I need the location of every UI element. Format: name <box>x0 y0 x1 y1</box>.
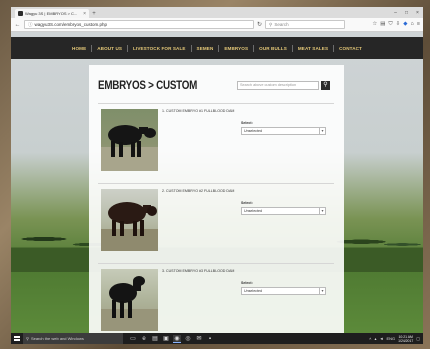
task-view-icon[interactable]: ▭ <box>129 335 137 343</box>
browser-search-placeholder: Search <box>274 22 289 27</box>
nav-livestock-for-sale[interactable]: LIVESTOCK FOR SALE <box>130 46 189 51</box>
new-tab-button[interactable]: + <box>89 10 99 18</box>
address-bar: ← ⓘ wagyu3S.com/embryos_custom.php ↻ ⚲ S… <box>11 18 423 32</box>
edge-browser-icon[interactable]: e <box>140 335 148 343</box>
clock-time: 10:21 AM <box>398 334 413 339</box>
browser-search-field[interactable]: ⚲ Search <box>265 20 346 29</box>
nav-home[interactable]: HOME <box>69 46 89 51</box>
nav-contact[interactable]: CONTACT <box>336 46 365 51</box>
site-favicon-icon <box>18 11 23 16</box>
minimize-button[interactable]: – <box>390 8 401 18</box>
chrome-icon[interactable]: ◎ <box>184 335 192 343</box>
cow-photo[interactable] <box>101 109 158 171</box>
tab-close-icon[interactable]: × <box>83 11 86 17</box>
item-select[interactable]: Unselected ▾ <box>241 287 326 295</box>
download-icon[interactable]: ⇩ <box>396 21 401 28</box>
select-value: Unselected <box>244 129 262 133</box>
chevron-up-icon[interactable]: ˄ <box>369 336 371 341</box>
item-select[interactable]: Unselected ▾ <box>241 207 326 215</box>
windows-logo-icon <box>13 335 21 342</box>
nav-meat-sales[interactable]: MEAT SALES <box>295 46 331 51</box>
cow-image-icon <box>101 202 158 251</box>
search-icon: ⚲ <box>323 82 328 88</box>
pocket-icon[interactable]: ◆ <box>403 21 407 28</box>
notifications-icon[interactable]: ▢ <box>416 336 420 341</box>
cow-photo[interactable] <box>101 269 158 331</box>
item-select[interactable]: Unselected ▾ <box>241 127 326 135</box>
page-title: EMBRYOS > CUSTOM <box>98 78 198 92</box>
file-explorer-icon[interactable]: ▤ <box>151 335 159 343</box>
cow-image-icon <box>101 276 158 331</box>
store-icon[interactable]: ▣ <box>162 335 170 343</box>
menu-icon[interactable]: ≡ <box>417 21 420 28</box>
nav-semen[interactable]: SEMEN <box>194 46 217 51</box>
close-window-button[interactable]: × <box>412 8 423 18</box>
home-icon[interactable]: ⌂ <box>410 21 413 28</box>
cow-image-icon <box>101 125 158 171</box>
select-value: Unselected <box>244 209 262 213</box>
chevron-down-icon: ▾ <box>319 208 325 214</box>
clock[interactable]: 10:21 AM 1/24/2017 <box>398 335 413 343</box>
network-icon[interactable]: ▴ <box>374 336 376 341</box>
select-label: Select: <box>241 281 253 285</box>
app-icon[interactable]: ▪ <box>206 335 214 343</box>
firefox-icon[interactable]: ◉ <box>173 334 181 343</box>
bookmark-star-icon[interactable]: ☆ <box>372 21 377 28</box>
select-label: Select: <box>241 201 253 205</box>
info-icon: ⓘ <box>28 21 33 27</box>
search-icon: ⚲ <box>269 21 273 27</box>
list-item: 3. CUSTOM EMBRYO #3 FULLBLOOD DAM Select… <box>98 263 334 333</box>
chevron-down-icon: ▾ <box>319 128 325 134</box>
tab-title: Wagyu 3S | EMBRYOS > C... <box>25 11 78 16</box>
start-button[interactable] <box>11 333 23 344</box>
taskbar-search[interactable]: ⚲ Search the web and Windows <box>23 333 123 344</box>
nav-about-us[interactable]: ABOUT US <box>94 46 125 51</box>
reading-list-icon[interactable]: ▤ <box>380 21 385 28</box>
browser-toolbar: ☆ ▤ ⛉ ⇩ ◆ ⌂ ≡ <box>372 21 420 28</box>
cow-photo[interactable] <box>101 189 158 251</box>
language-indicator[interactable]: ENG <box>386 336 395 341</box>
item-label: 2. CUSTOM EMBRYO #2 FULLBLOOD DAM <box>162 189 235 193</box>
content-panel: EMBRYOS > CUSTOM Search above custom des… <box>89 65 344 333</box>
system-tray: ˄ ▴ ◄ ENG 10:21 AM 1/24/2017 ▢ <box>369 335 423 343</box>
list-item: 2. CUSTOM EMBRYO #2 FULLBLOOD DAM Select… <box>98 183 334 253</box>
shield-icon[interactable]: ⛉ <box>388 21 392 28</box>
browser-window: Wagyu 3S | EMBRYOS > C... × + – □ × ← ⓘ … <box>11 7 423 344</box>
chevron-down-icon: ▾ <box>319 288 325 294</box>
url-text: wagyu3S.com/embryos_custom.php <box>34 22 108 27</box>
taskbar-apps: ▭ e ▤ ▣ ◉ ◎ ✉ ▪ <box>129 334 214 343</box>
windows-taskbar: ⚲ Search the web and Windows ▭ e ▤ ▣ ◉ ◎… <box>11 333 423 344</box>
maximize-button[interactable]: □ <box>401 8 412 18</box>
search-icon: ⚲ <box>26 336 29 341</box>
url-field[interactable]: ⓘ wagyu3S.com/embryos_custom.php <box>24 20 254 29</box>
clock-date: 1/24/2017 <box>398 338 414 343</box>
list-item: 1. CUSTOM EMBRYO #1 FULLBLOOD DAM Select… <box>98 103 334 173</box>
mail-icon[interactable]: ✉ <box>195 335 203 343</box>
item-label: 1. CUSTOM EMBRYO #1 FULLBLOOD DAM <box>162 109 235 113</box>
taskbar-search-text: Search the web and Windows <box>30 336 84 341</box>
select-label: Select: <box>241 121 253 125</box>
site-search-button[interactable]: ⚲ <box>321 81 330 90</box>
tab-bar: Wagyu 3S | EMBRYOS > C... × + – □ × <box>11 7 423 18</box>
item-label: 3. CUSTOM EMBRYO #3 FULLBLOOD DAM <box>162 269 235 273</box>
volume-icon[interactable]: ◄ <box>379 336 383 341</box>
window-controls: – □ × <box>390 8 423 18</box>
main-navigation: HOME ABOUT US LIVESTOCK FOR SALE SEMEN E… <box>11 37 423 59</box>
browser-tab[interactable]: Wagyu 3S | EMBRYOS > C... × <box>15 9 89 18</box>
reload-icon[interactable]: ↻ <box>257 21 262 28</box>
website: HOME ABOUT US LIVESTOCK FOR SALE SEMEN E… <box>11 32 423 333</box>
select-value: Unselected <box>244 289 262 293</box>
site-search-input[interactable]: Search above custom description <box>237 81 319 90</box>
nav-embryos[interactable]: EMBRYOS <box>221 46 251 51</box>
nav-our-bulls[interactable]: OUR BULLS <box>256 46 290 51</box>
back-arrow-icon[interactable]: ← <box>14 22 21 28</box>
